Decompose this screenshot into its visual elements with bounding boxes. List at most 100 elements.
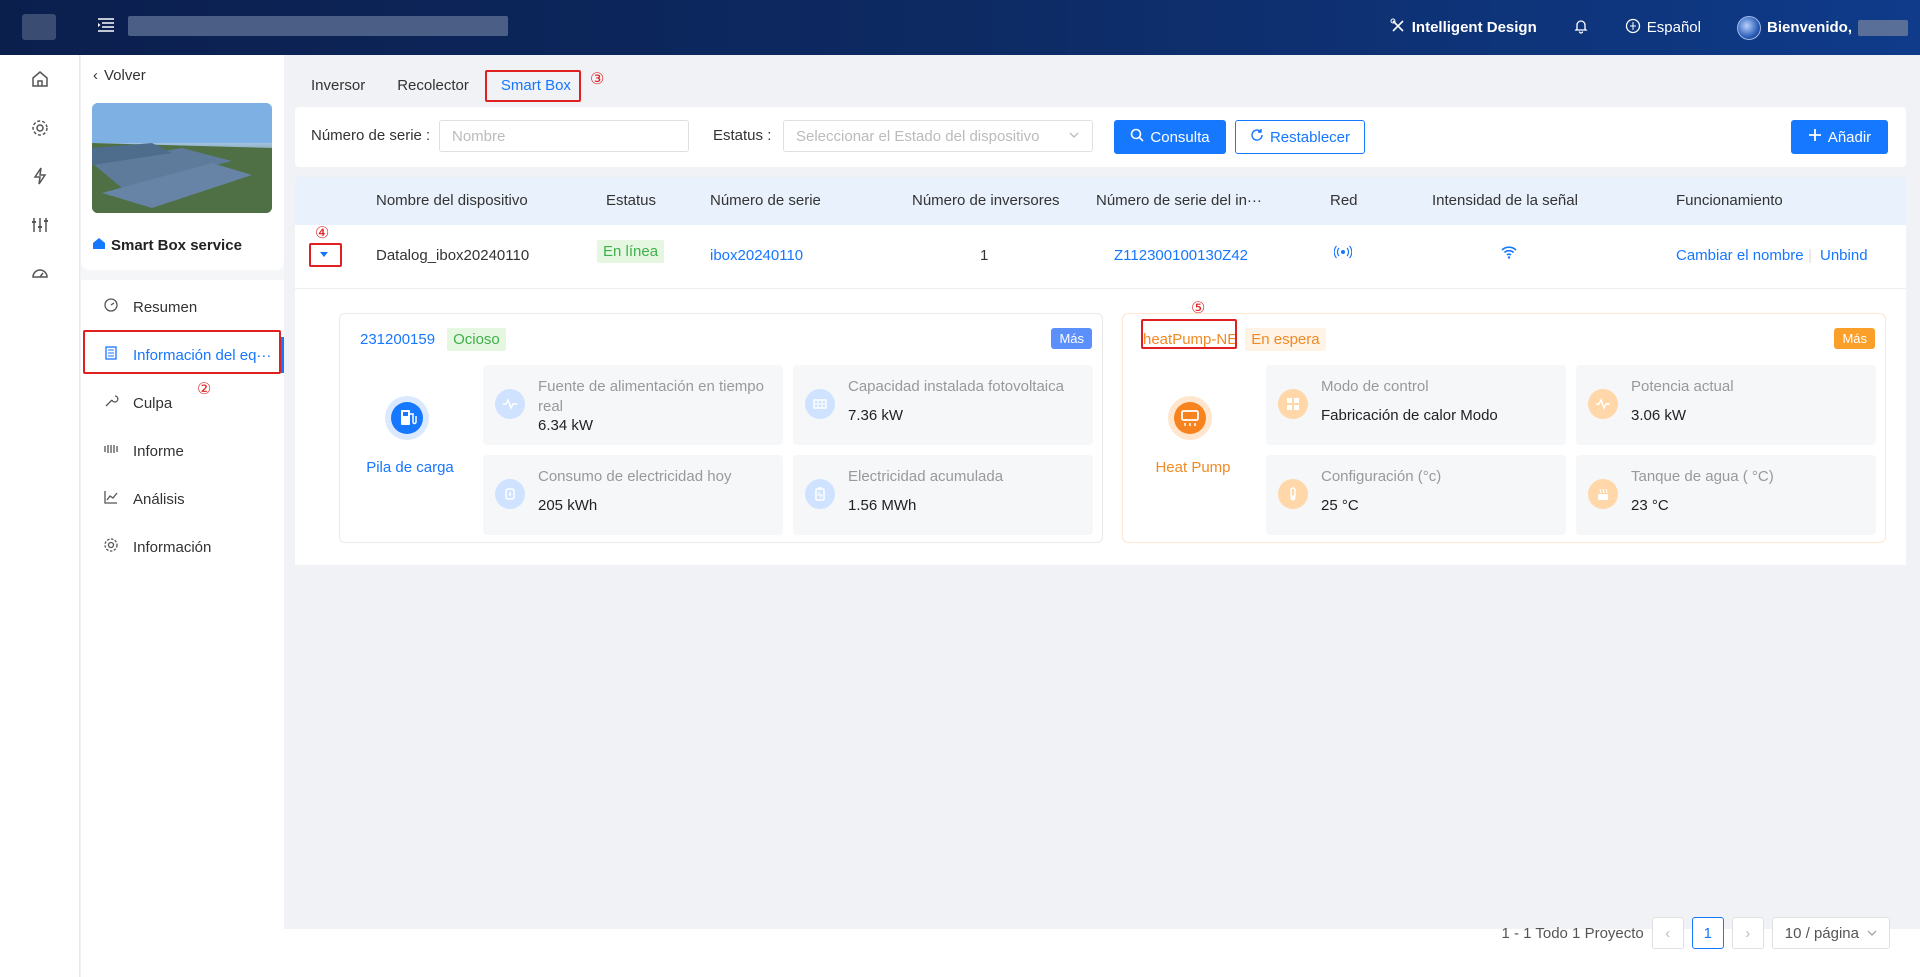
user-name-redacted xyxy=(1858,19,1908,36)
metric-value: 23 °C xyxy=(1631,497,1669,514)
menu-item-resumen[interactable]: Resumen xyxy=(81,285,284,329)
energy-icon xyxy=(495,479,525,509)
menu-label: Información xyxy=(133,538,212,556)
menu-toggle-icon[interactable] xyxy=(96,15,116,35)
welcome-label: Bienvenido, xyxy=(1766,19,1852,36)
status-select[interactable]: Seleccionar el Estado del dispositivo xyxy=(783,120,1093,152)
metric-setting-temperature: Configuración (°c) 25 °C xyxy=(1266,455,1566,535)
pulse-icon xyxy=(495,389,525,419)
logo xyxy=(22,14,56,40)
station-name: Smart Box service xyxy=(91,235,242,255)
notifications-button[interactable] xyxy=(1573,18,1589,38)
back-button[interactable]: ‹ Volver xyxy=(93,67,146,84)
language-label: Español xyxy=(1646,19,1701,36)
prev-page-button[interactable]: ‹ xyxy=(1651,917,1684,949)
metric-label: Modo de control xyxy=(1321,378,1429,395)
col-serial: Número de serie xyxy=(710,192,821,209)
col-network: Red xyxy=(1330,192,1358,209)
home-icon[interactable] xyxy=(30,69,50,89)
metric-label: Electricidad acumulada xyxy=(848,468,1004,485)
sliders-icon[interactable] xyxy=(30,215,50,235)
add-label: Añadir xyxy=(1827,128,1872,146)
station-photo xyxy=(92,103,272,213)
metric-control-mode: Modo de control Fabricación de calor Mod… xyxy=(1266,365,1566,445)
thermometer-icon xyxy=(1278,479,1308,509)
reset-button[interactable]: Restablecer xyxy=(1235,120,1365,154)
gauge-icon[interactable] xyxy=(30,263,50,283)
heat-pump-status-badge: En espera xyxy=(1245,328,1326,351)
metric-realtime-power: Fuente de alimentación en tiempo real 6.… xyxy=(483,365,783,445)
more-button[interactable]: Más xyxy=(1051,328,1092,349)
metric-accumulated-energy: Electricidad acumulada 1.56 MWh xyxy=(793,455,1093,535)
menu-item-informacion[interactable]: Información xyxy=(81,525,284,569)
lightning-icon[interactable] xyxy=(30,166,50,186)
col-device-name: Nombre del dispositivo xyxy=(376,192,528,209)
serial-link[interactable]: ibox20240110 xyxy=(710,247,803,264)
add-button[interactable]: Añadir xyxy=(1791,120,1888,154)
query-button[interactable]: Consulta xyxy=(1114,120,1226,154)
filter-bar: Número de serie : Nombre Estatus : Selec… xyxy=(295,107,1906,167)
chevron-down-icon xyxy=(1867,925,1877,942)
metric-label: Configuración (°c) xyxy=(1321,468,1442,485)
metric-label: Consumo de electricidad hoy xyxy=(538,468,732,485)
menu-label: Resumen xyxy=(133,298,198,316)
refresh-icon xyxy=(1250,128,1264,146)
table-row: Datalog_ibox20240110 En línea ibox202401… xyxy=(295,225,1906,289)
metric-pv-capacity: Capacidad instalada fotovoltaica 7.36 kW xyxy=(793,365,1093,445)
page-size-select[interactable]: 10 / página xyxy=(1771,917,1890,949)
annotation-box-4 xyxy=(309,243,342,267)
tab-recolector[interactable]: Recolector xyxy=(381,67,485,103)
device-name: Datalog_ibox20240110 xyxy=(376,247,530,264)
metric-label: Tanque de agua ( °C) xyxy=(1631,468,1774,485)
pagination: 1 - 1 Todo 1 Proyecto ‹ 1 › 10 / página xyxy=(1501,917,1890,949)
col-inverter-serial: Número de serie del in··· xyxy=(1096,192,1262,209)
water-tank-icon xyxy=(1588,479,1618,509)
menu-item-analisis[interactable]: Análisis xyxy=(81,477,284,521)
annotation-number-2: ② xyxy=(197,381,212,398)
pagination-summary: 1 - 1 Todo 1 Proyecto xyxy=(1501,924,1644,942)
next-page-button[interactable]: › xyxy=(1731,917,1764,949)
more-button[interactable]: Más xyxy=(1834,328,1875,349)
inverter-count: 1 xyxy=(980,247,989,264)
unbind-link[interactable]: Unbind xyxy=(1820,247,1868,264)
annotation-number-3: ③ xyxy=(590,71,605,88)
annotation-box-3 xyxy=(485,70,581,102)
col-signal: Intensidad de la señal xyxy=(1432,192,1578,209)
page-number-button[interactable]: 1 xyxy=(1691,917,1724,949)
annotation-number-4: ④ xyxy=(315,225,330,242)
serial-input[interactable]: Nombre xyxy=(439,120,689,152)
station-card: ‹ Volver Smart Box service xyxy=(81,55,284,270)
avatar xyxy=(1736,15,1761,40)
inverter-serial-link[interactable]: Z112300100130Z42 xyxy=(1114,247,1248,264)
charging-pile-id-link[interactable]: 231200159 xyxy=(360,331,435,348)
charging-pile-status-badge: Ocioso xyxy=(447,328,506,351)
station-panel: ‹ Volver Smart Box service Resumen Infor… xyxy=(81,55,284,977)
menu-label: Informe xyxy=(133,442,184,460)
language-selector[interactable]: Español xyxy=(1625,18,1701,38)
solar-panel-icon xyxy=(805,389,835,419)
tab-inversor[interactable]: Inversor xyxy=(295,67,381,103)
settings-icon xyxy=(103,537,119,557)
user-menu[interactable]: Bienvenido, xyxy=(1736,15,1908,40)
chevron-left-icon: ‹ xyxy=(93,67,98,84)
charging-pile-card: 231200159 Ocioso Más Pila de carga Fuent… xyxy=(339,313,1103,543)
footer-bar: 1 - 1 Todo 1 Proyecto ‹ 1 › 10 / página xyxy=(284,917,1920,977)
wrench-icon xyxy=(103,393,119,413)
query-label: Consulta xyxy=(1150,128,1210,146)
intelligent-design-link[interactable]: Intelligent Design xyxy=(1390,18,1537,38)
rename-link[interactable]: Cambiar el nombre xyxy=(1676,247,1804,264)
metric-current-power: Potencia actual 3.06 kW xyxy=(1576,365,1876,445)
station-menu: Resumen Información del eq··· Culpa Info… xyxy=(81,280,284,977)
menu-item-culpa[interactable]: Culpa xyxy=(81,381,284,425)
page-size-label: 10 / página xyxy=(1784,924,1859,942)
col-inverter-count: Número de inversores xyxy=(912,192,1060,209)
status-label: Estatus : xyxy=(713,127,772,144)
main-content: Inversor Recolector Smart Box ③ Número d… xyxy=(295,55,1906,977)
menu-item-informe[interactable]: Informe xyxy=(81,429,284,473)
search-icon xyxy=(1130,128,1144,146)
metric-label: Capacidad instalada fotovoltaica xyxy=(848,378,1064,395)
globe-icon xyxy=(1625,18,1641,38)
station-name-label: Smart Box service xyxy=(111,236,242,254)
gear-icon[interactable] xyxy=(30,118,50,138)
heat-pump-label: Heat Pump xyxy=(1155,459,1231,476)
